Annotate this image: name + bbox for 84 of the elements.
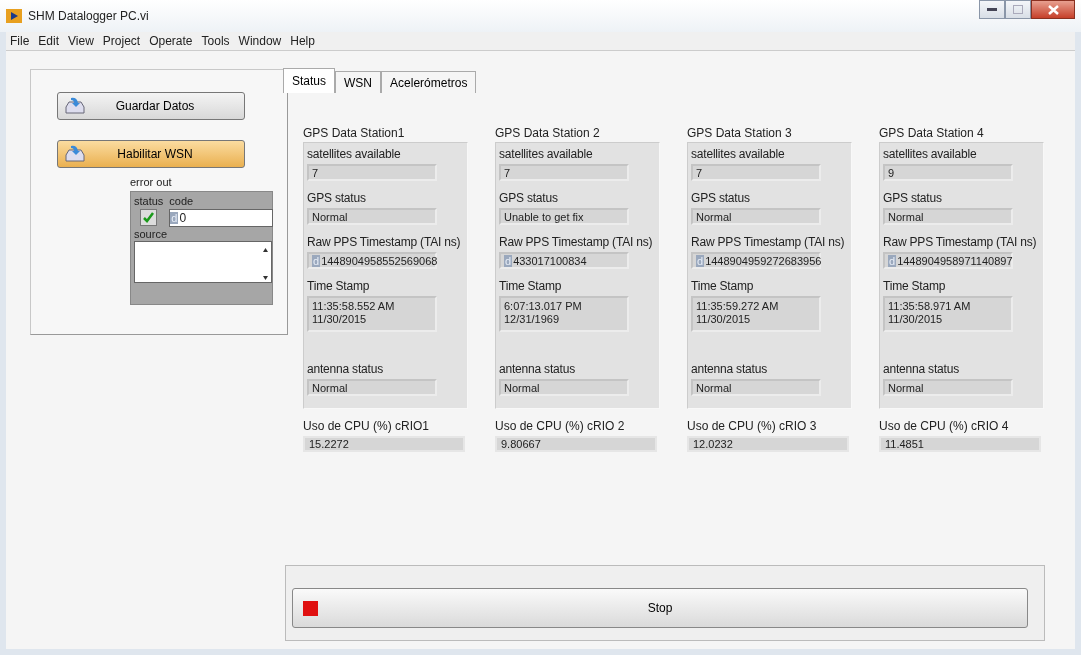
field-label: Time Stamp [883, 279, 946, 293]
field-label: GPS status [691, 191, 750, 205]
field-label: Raw PPS Timestamp (TAI ns) [691, 235, 845, 249]
value-indicator: Normal [691, 208, 821, 225]
field-label: code [169, 195, 194, 207]
field-label: Time Stamp [499, 279, 562, 293]
cluster-label: error out [130, 176, 173, 188]
disk-icon [64, 97, 86, 115]
field-label: satellites available [499, 147, 593, 161]
field-label: Uso de CPU (%) cRIO1 [303, 419, 431, 433]
value-indicator: Normal [883, 379, 1013, 396]
menu-item[interactable]: File [10, 34, 30, 48]
numeric-indicator: d 1448904958971140897 [883, 252, 1013, 269]
field-label: antenna status [307, 362, 383, 376]
field-label: GPS status [499, 191, 558, 205]
value-indicator: 9.80667 [495, 436, 657, 452]
action-button[interactable]: Guardar Datos [57, 92, 245, 120]
numeric-indicator: d 1448904958552569068 [307, 252, 437, 269]
minimize-button[interactable] [979, 0, 1005, 19]
field-label: Raw PPS Timestamp (TAI ns) [307, 235, 461, 249]
value-indicator: Normal [691, 379, 821, 396]
cluster-label: GPS Data Station1 [303, 126, 406, 140]
menu-item[interactable]: Project [102, 34, 141, 48]
menu-item[interactable]: View [68, 34, 94, 48]
field-label: Uso de CPU (%) cRIO 2 [495, 419, 626, 433]
stop-button[interactable]: Stop [292, 588, 1028, 628]
value-indicator: 7 [691, 164, 821, 181]
value-indicator: Normal [307, 208, 437, 225]
cluster-label: GPS Data Station 2 [495, 126, 601, 140]
value-indicator: 7 [499, 164, 629, 181]
close-button[interactable] [1031, 0, 1075, 19]
field-label: status [134, 195, 164, 207]
field-label: source [134, 228, 168, 240]
tab[interactable]: Status [283, 68, 336, 93]
value-indicator: Unable to get fix [499, 208, 629, 225]
menu-item[interactable]: Window [238, 34, 282, 48]
menu-item[interactable]: Operate [149, 34, 193, 48]
cluster-label: GPS Data Station 3 [687, 126, 793, 140]
menu-item[interactable]: Help [290, 34, 315, 48]
value-indicator: 9 [883, 164, 1013, 181]
field-label: antenna status [691, 362, 767, 376]
tab[interactable]: Acelerómetros [381, 71, 477, 93]
field-label: satellites available [883, 147, 977, 161]
tab[interactable]: WSN [335, 71, 382, 93]
app-icon [6, 9, 22, 23]
value-indicator: Normal [499, 379, 629, 396]
menu-item[interactable]: Edit [38, 34, 60, 48]
action-button[interactable]: Habilitar WSN [57, 140, 245, 168]
value-indicator: 15.2272 [303, 436, 465, 452]
field-label: Time Stamp [691, 279, 754, 293]
scroll-down-icon[interactable] [262, 276, 268, 280]
value-indicator: 6:07:13.017 PM 12/31/1969 [499, 296, 629, 332]
value-indicator: Normal [307, 379, 437, 396]
value-indicator: 11.4851 [879, 436, 1041, 452]
field-label: Raw PPS Timestamp (TAI ns) [499, 235, 653, 249]
numeric-indicator: d 1448904959272683956 [691, 252, 821, 269]
field-label: Raw PPS Timestamp (TAI ns) [883, 235, 1037, 249]
field-label: antenna status [499, 362, 575, 376]
code-field[interactable]: d 0 [169, 209, 273, 227]
field-label: antenna status [883, 362, 959, 376]
field-label: Uso de CPU (%) cRIO 4 [879, 419, 1010, 433]
value-indicator: 11:35:58.552 AM 11/30/2015 [307, 296, 437, 332]
field-label: satellites available [691, 147, 785, 161]
value-indicator: 11:35:59.272 AM 11/30/2015 [691, 296, 821, 332]
field-label: GPS status [883, 191, 942, 205]
field-label: satellites available [307, 147, 401, 161]
field-label: GPS status [307, 191, 366, 205]
maximize-icon [1013, 5, 1023, 14]
disk-icon [64, 145, 86, 163]
field-label: Uso de CPU (%) cRIO 3 [687, 419, 818, 433]
source-field[interactable] [134, 241, 272, 283]
value-indicator: 11:35:58.971 AM 11/30/2015 [883, 296, 1013, 332]
window-title: SHM Datalogger PC.vi [28, 9, 149, 23]
field-label: Time Stamp [307, 279, 370, 293]
minimize-icon [987, 7, 997, 12]
scroll-up-icon[interactable] [262, 248, 268, 252]
cluster-label: GPS Data Station 4 [879, 126, 985, 140]
value-indicator: Normal [883, 208, 1013, 225]
numeric-indicator: d 433017100834 [499, 252, 629, 269]
stop-icon [303, 600, 318, 616]
menu-item[interactable]: Tools [201, 34, 230, 48]
value-indicator: 7 [307, 164, 437, 181]
close-icon [1047, 4, 1059, 15]
value-indicator: 12.0232 [687, 436, 849, 452]
